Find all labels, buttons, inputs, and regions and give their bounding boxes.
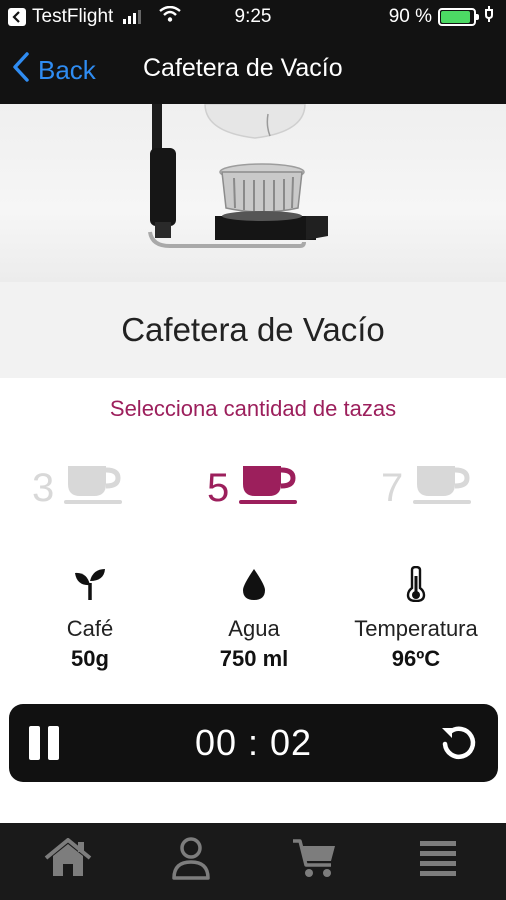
title-band: Cafetera de Vacío xyxy=(0,282,506,378)
timer-display: 00 : 02 xyxy=(194,722,313,763)
sprout-icon xyxy=(6,566,174,602)
wifi-icon xyxy=(159,5,182,28)
spec-value: 750 ml xyxy=(219,646,289,671)
status-bar: TestFlight 9:25 90 % xyxy=(0,0,506,36)
nav-title: Cafetera de Vacío xyxy=(143,54,343,82)
carrier-label: TestFlight xyxy=(32,6,114,27)
thermometer-icon xyxy=(332,566,500,602)
home-icon xyxy=(44,837,92,883)
spec-value: 50g xyxy=(71,646,109,671)
coffee-cup-icon xyxy=(239,462,298,513)
menu-icon xyxy=(418,838,458,883)
status-left: TestFlight xyxy=(8,5,182,28)
water-drop-icon xyxy=(170,566,338,602)
cup-count: 3 xyxy=(32,465,55,510)
back-to-app-icon[interactable] xyxy=(8,8,26,26)
cup-option-5[interactable]: 5 xyxy=(207,462,298,513)
timer-bar: 00 : 02 xyxy=(9,704,498,782)
signal-icon xyxy=(123,10,142,24)
coffee-cup-icon xyxy=(64,462,123,513)
back-button[interactable]: Back xyxy=(12,52,96,89)
cup-instruction: Selecciona cantidad de tazas xyxy=(109,396,397,421)
product-title: Cafetera de Vacío xyxy=(121,311,385,348)
cup-option-7[interactable]: 7 xyxy=(381,462,472,513)
tab-bar xyxy=(0,823,506,900)
tab-profile[interactable] xyxy=(165,835,217,885)
spec-label: Café xyxy=(66,616,114,641)
spec-temperature: Temperatura 96ºC xyxy=(332,566,500,672)
battery-percent: 90 % xyxy=(388,6,432,27)
battery-icon xyxy=(438,8,479,26)
reset-icon[interactable] xyxy=(438,722,480,764)
chevron-left-icon xyxy=(12,52,30,89)
cart-icon xyxy=(291,837,337,884)
tab-menu[interactable] xyxy=(412,835,464,885)
spec-water: Agua 750 ml xyxy=(170,566,338,672)
cup-option-3[interactable]: 3 xyxy=(32,462,123,513)
navigation-bar: Back Cafetera de Vacío xyxy=(0,36,506,104)
status-right: 90 % xyxy=(389,6,496,28)
user-icon xyxy=(171,836,211,885)
spec-label: Temperatura xyxy=(354,616,478,641)
tab-cart[interactable] xyxy=(288,835,340,885)
charging-icon xyxy=(482,6,496,28)
spec-value: 96ºC xyxy=(391,646,441,671)
product-image xyxy=(0,104,506,282)
tab-home[interactable] xyxy=(42,835,94,885)
back-label: Back xyxy=(38,55,96,85)
cup-count: 7 xyxy=(381,465,404,510)
spec-coffee: Café 50g xyxy=(6,566,174,672)
spec-label: Agua xyxy=(228,616,280,641)
coffee-cup-icon xyxy=(413,462,472,513)
cup-count: 5 xyxy=(207,465,230,510)
